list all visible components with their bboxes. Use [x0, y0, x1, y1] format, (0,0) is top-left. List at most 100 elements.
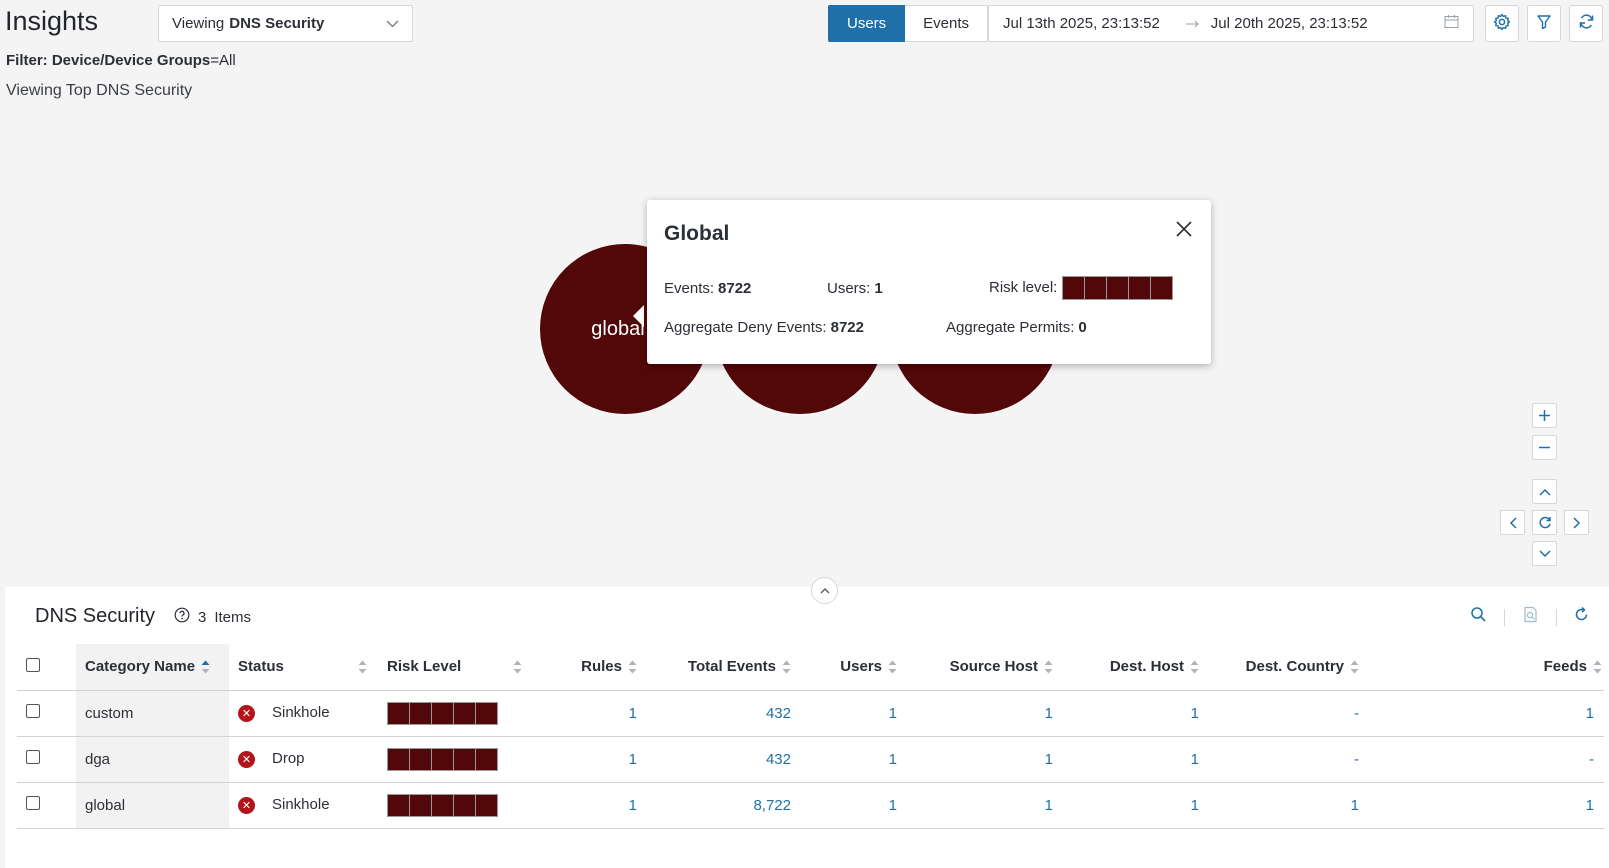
status-cell: ✕ Drop: [229, 736, 381, 783]
users-label: Users:: [827, 280, 871, 297]
calendar-icon: [1444, 14, 1459, 33]
report-search-icon[interactable]: [1522, 606, 1539, 627]
sort-icon[interactable]: [782, 659, 791, 675]
col-rules[interactable]: Rules: [533, 644, 637, 691]
rules-cell[interactable]: 1: [533, 782, 637, 829]
col-dest-country[interactable]: Dest. Country: [1199, 644, 1359, 691]
risk-segment: [1127, 276, 1151, 300]
risk-segment: [453, 747, 476, 771]
settings-button[interactable]: [1485, 5, 1519, 42]
row-checkbox[interactable]: [26, 750, 40, 764]
popover-users: Users: 1: [827, 280, 883, 297]
panel-title: DNS Security: [35, 605, 156, 627]
dest-country-cell[interactable]: 1: [1199, 782, 1359, 829]
sort-icon[interactable]: [888, 659, 897, 675]
total-events-cell[interactable]: 8,722: [637, 782, 791, 829]
source-host-cell[interactable]: 1: [897, 690, 1053, 737]
source-host-cell[interactable]: 1: [897, 782, 1053, 829]
col-status[interactable]: Status: [229, 644, 381, 691]
date-range-picker[interactable]: Jul 13th 2025, 23:13:52 Jul 20th 2025, 2…: [988, 5, 1474, 42]
sort-icon[interactable]: [1044, 659, 1053, 675]
col-feeds-label: Feeds: [1543, 658, 1587, 676]
col-feeds[interactable]: Feeds: [1359, 644, 1604, 691]
sort-asc-icon[interactable]: [201, 659, 210, 675]
row-checkbox[interactable]: [26, 796, 40, 810]
col-risk-level[interactable]: Risk Level: [381, 644, 533, 691]
row-select-cell: [17, 690, 76, 737]
events-value: 8722: [718, 280, 752, 297]
zoom-in-button[interactable]: [1532, 403, 1557, 428]
pan-right-button[interactable]: [1564, 510, 1589, 535]
filter-icon: [1536, 14, 1552, 34]
col-dest-host[interactable]: Dest. Host: [1053, 644, 1199, 691]
deny-value: 8722: [830, 319, 864, 336]
sort-icon[interactable]: [1190, 659, 1199, 675]
risk-segment: [1083, 276, 1107, 300]
feeds-cell[interactable]: -: [1359, 736, 1604, 783]
reload-icon[interactable]: [1573, 606, 1590, 627]
rules-cell[interactable]: 1: [533, 736, 637, 783]
feeds-cell[interactable]: 1: [1359, 782, 1604, 829]
chevron-down-icon: [386, 17, 399, 31]
source-host-cell[interactable]: 1: [897, 736, 1053, 783]
help-icon[interactable]: [174, 607, 190, 627]
dest-host-cell[interactable]: 1: [1053, 736, 1199, 783]
users-value: 1: [874, 280, 883, 297]
col-total-events[interactable]: Total Events: [637, 644, 791, 691]
risk-label: Risk level:: [989, 278, 1058, 296]
deny-label: Aggregate Deny Events:: [664, 319, 827, 336]
date-from[interactable]: Jul 13th 2025, 23:13:52: [1003, 15, 1160, 32]
feeds-cell[interactable]: 1: [1359, 690, 1604, 737]
pan-left-button[interactable]: [1500, 510, 1525, 535]
date-to[interactable]: Jul 20th 2025, 23:13:52: [1211, 15, 1368, 32]
select-all-cell: [17, 644, 76, 691]
error-icon: ✕: [238, 750, 255, 768]
sort-icon[interactable]: [1350, 659, 1359, 675]
events-button[interactable]: Events: [905, 5, 989, 42]
col-users[interactable]: Users: [791, 644, 897, 691]
col-category-name[interactable]: Category Name: [76, 644, 229, 691]
rules-cell[interactable]: 1: [533, 690, 637, 737]
users-button[interactable]: Users: [828, 5, 906, 42]
dest-country-cell[interactable]: -: [1199, 690, 1359, 737]
dest-host-cell[interactable]: 1: [1053, 782, 1199, 829]
dest-host-cell[interactable]: 1: [1053, 690, 1199, 737]
risk-cell: [381, 782, 533, 829]
pan-down-button[interactable]: [1532, 541, 1557, 566]
risk-level-bar: [387, 747, 498, 771]
zoom-out-button[interactable]: [1532, 435, 1557, 460]
chevron-up-icon: [820, 588, 829, 594]
users-cell[interactable]: 1: [791, 690, 897, 737]
pan-up-button[interactable]: [1532, 479, 1557, 504]
filter-button[interactable]: [1527, 5, 1561, 42]
events-label: Events:: [664, 280, 715, 297]
sort-icon[interactable]: [628, 659, 637, 675]
users-cell[interactable]: 1: [791, 736, 897, 783]
row-checkbox[interactable]: [26, 704, 40, 718]
risk-segment: [1105, 276, 1129, 300]
users-cell[interactable]: 1: [791, 782, 897, 829]
refresh-button[interactable]: [1569, 5, 1603, 42]
viewing-dropdown[interactable]: Viewing DNS Security: [158, 5, 413, 42]
sort-icon[interactable]: [1593, 659, 1602, 675]
total-events-cell[interactable]: 432: [637, 736, 791, 783]
col-total-events-label: Total Events: [687, 658, 776, 676]
chevron-left-icon: [1509, 516, 1517, 529]
sort-icon[interactable]: [513, 659, 522, 675]
sort-icon[interactable]: [358, 659, 367, 675]
table-row[interactable]: custom ✕ Sinkhole 1 432 1 1 1-1: [17, 690, 1604, 737]
collapse-panel-button[interactable]: [811, 577, 838, 604]
viewing-value: DNS Security: [229, 15, 325, 32]
table-row[interactable]: dga ✕ Drop 1 432 1 1 1- -: [17, 736, 1604, 783]
device-filter-summary: Filter: Device/Device Groups=All: [6, 52, 236, 69]
reset-view-button[interactable]: [1532, 510, 1557, 535]
table-row[interactable]: global ✕ Sinkhole 1 8,722 1 1 1 1 1: [17, 782, 1604, 829]
total-events-cell[interactable]: 432: [637, 690, 791, 737]
status-text: Sinkhole: [272, 796, 330, 814]
risk-segment: [431, 793, 454, 817]
select-all-checkbox[interactable]: [26, 657, 40, 672]
search-icon[interactable]: [1470, 606, 1487, 627]
dest-country-cell[interactable]: -: [1199, 736, 1359, 783]
col-source-host[interactable]: Source Host: [897, 644, 1053, 691]
close-icon[interactable]: [1175, 220, 1193, 242]
